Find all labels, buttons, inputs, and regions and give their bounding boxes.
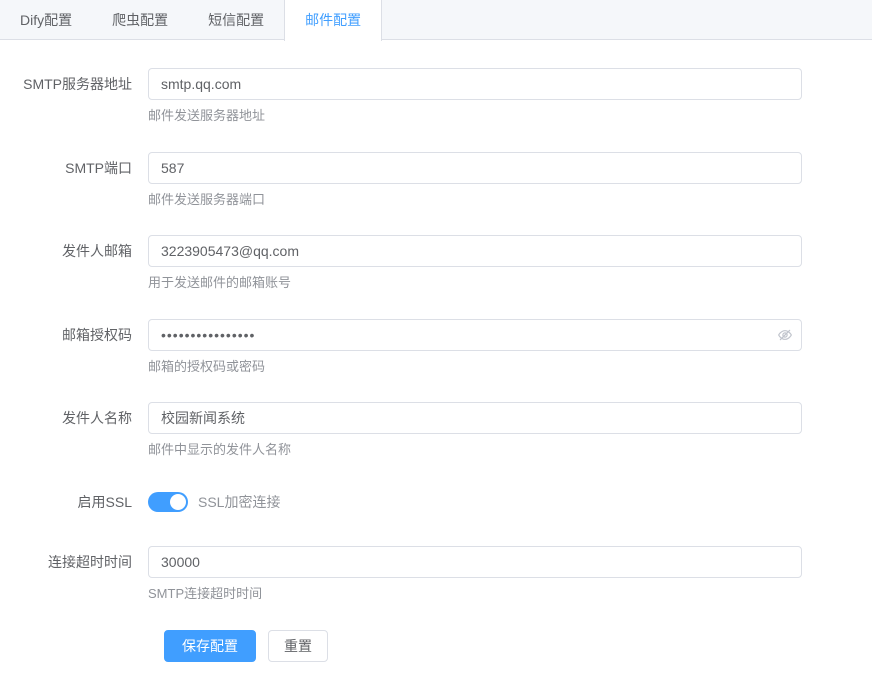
timeout-input[interactable]: [148, 546, 802, 578]
reset-button[interactable]: 重置: [268, 630, 328, 662]
smtp-port-input[interactable]: [148, 152, 802, 184]
form-item-smtp-port: SMTP端口 邮件发送服务器端口: [0, 152, 872, 208]
auth-code-hint: 邮箱的授权码或密码: [148, 359, 802, 375]
tab-crawler-config[interactable]: 爬虫配置: [92, 0, 188, 40]
timeout-hint: SMTP连接超时时间: [148, 586, 802, 602]
save-config-button[interactable]: 保存配置: [164, 630, 256, 662]
tab-email-config[interactable]: 邮件配置: [284, 0, 382, 41]
ssl-switch-knob: [170, 494, 186, 510]
ssl-switch-label: SSL加密连接: [198, 492, 280, 512]
form-item-sender-email: 发件人邮箱 用于发送邮件的邮箱账号: [0, 235, 872, 291]
form-item-smtp-host: SMTP服务器地址 邮件发送服务器地址: [0, 68, 872, 124]
form-item-sender-name: 发件人名称 邮件中显示的发件人名称: [0, 402, 872, 458]
auth-code-input[interactable]: [148, 319, 802, 351]
sender-name-input[interactable]: [148, 402, 802, 434]
sender-name-label: 发件人名称: [0, 402, 148, 434]
smtp-host-hint: 邮件发送服务器地址: [148, 108, 802, 124]
form-actions: 保存配置 重置: [164, 630, 872, 662]
ssl-switch[interactable]: [148, 492, 188, 512]
email-config-form: SMTP服务器地址 邮件发送服务器地址 SMTP端口 邮件发送服务器端口 发件人…: [0, 40, 872, 662]
sender-email-label: 发件人邮箱: [0, 235, 148, 267]
form-item-ssl: 启用SSL SSL加密连接: [0, 486, 872, 518]
form-item-timeout: 连接超时时间 SMTP连接超时时间: [0, 546, 872, 602]
auth-code-label: 邮箱授权码: [0, 319, 148, 351]
sender-email-input[interactable]: [148, 235, 802, 267]
sender-name-hint: 邮件中显示的发件人名称: [148, 442, 802, 458]
smtp-host-input[interactable]: [148, 68, 802, 100]
tabs-header: Dify配置 爬虫配置 短信配置 邮件配置: [0, 0, 872, 40]
smtp-port-label: SMTP端口: [0, 152, 148, 184]
tab-dify-config[interactable]: Dify配置: [0, 0, 92, 40]
ssl-label: 启用SSL: [0, 486, 148, 518]
smtp-host-label: SMTP服务器地址: [0, 68, 148, 100]
timeout-label: 连接超时时间: [0, 546, 148, 578]
tab-sms-config[interactable]: 短信配置: [188, 0, 284, 40]
smtp-port-hint: 邮件发送服务器端口: [148, 192, 802, 208]
sender-email-hint: 用于发送邮件的邮箱账号: [148, 275, 802, 291]
form-item-auth-code: 邮箱授权码 邮箱的授权码或密码: [0, 319, 872, 375]
eye-off-icon[interactable]: [777, 327, 793, 343]
